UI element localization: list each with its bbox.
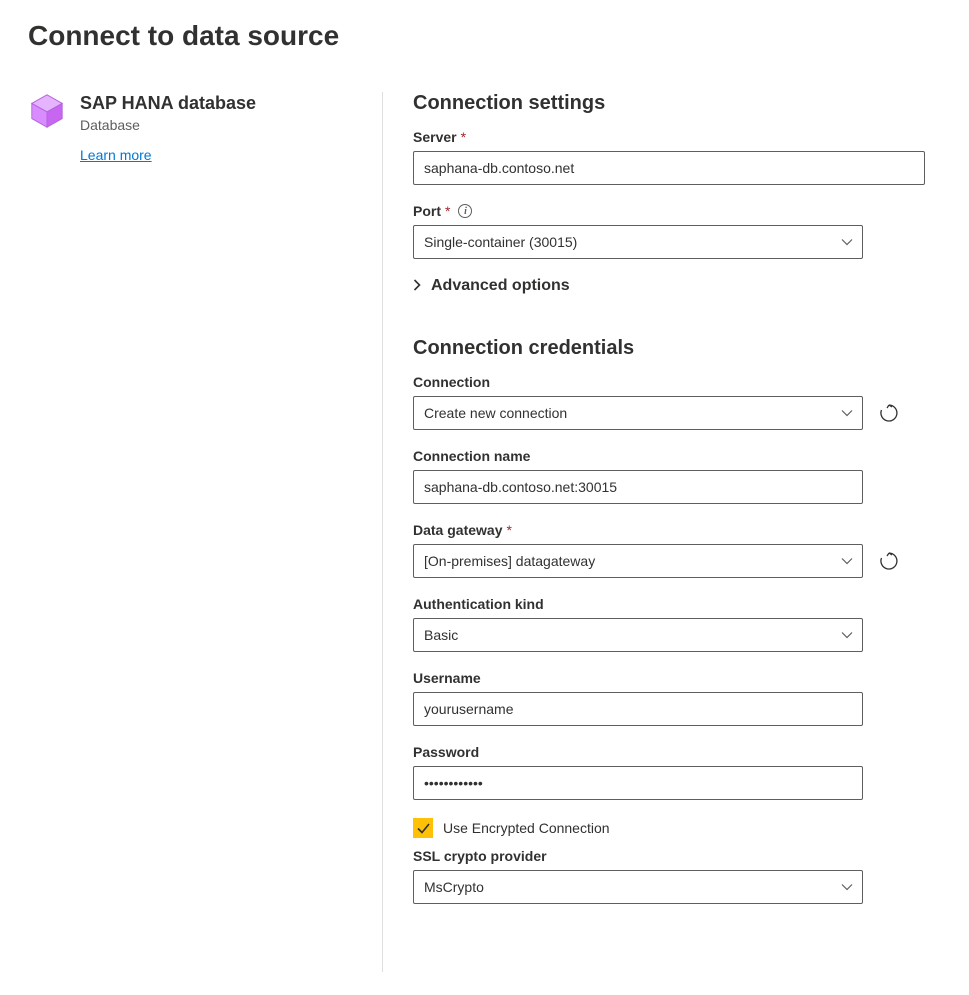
connection-settings-heading: Connection settings xyxy=(413,92,941,115)
learn-more-link[interactable]: Learn more xyxy=(80,147,152,163)
connection-credentials-heading: Connection credentials xyxy=(413,337,941,360)
username-input[interactable] xyxy=(413,692,863,726)
connection-name-label: Connection name xyxy=(413,448,941,464)
gateway-label: Data gateway* xyxy=(413,522,941,538)
encrypted-connection-label: Use Encrypted Connection xyxy=(443,820,610,836)
form-panel: Connection settings Server* Port* i Sing… xyxy=(383,92,941,972)
refresh-connection-button[interactable] xyxy=(877,401,901,425)
connection-select[interactable]: Create new connection xyxy=(413,396,863,430)
username-label: Username xyxy=(413,670,941,686)
info-icon[interactable]: i xyxy=(458,204,472,218)
encrypted-connection-checkbox[interactable] xyxy=(413,818,433,838)
port-select[interactable]: Single-container (30015) xyxy=(413,225,863,259)
auth-kind-label: Authentication kind xyxy=(413,596,941,612)
source-subtitle: Database xyxy=(80,117,256,133)
refresh-gateway-button[interactable] xyxy=(877,549,901,573)
source-title: SAP HANA database xyxy=(80,92,256,115)
auth-kind-select[interactable]: Basic xyxy=(413,618,863,652)
password-label: Password xyxy=(413,744,941,760)
connection-name-input[interactable] xyxy=(413,470,863,504)
password-input[interactable] xyxy=(413,766,863,800)
server-label: Server* xyxy=(413,129,941,145)
chevron-right-icon xyxy=(413,279,421,294)
database-cube-icon xyxy=(28,92,66,130)
server-input[interactable] xyxy=(413,151,925,185)
port-label: Port* i xyxy=(413,203,941,219)
ssl-provider-label: SSL crypto provider xyxy=(413,848,941,864)
gateway-select[interactable]: [On-premises] datagateway xyxy=(413,544,863,578)
ssl-provider-select[interactable]: MsCrypto xyxy=(413,870,863,904)
advanced-options-toggle[interactable]: Advanced options xyxy=(413,277,941,295)
page-title: Connect to data source xyxy=(28,20,941,52)
connection-label: Connection xyxy=(413,374,941,390)
source-panel: SAP HANA database Database Learn more xyxy=(28,92,383,972)
